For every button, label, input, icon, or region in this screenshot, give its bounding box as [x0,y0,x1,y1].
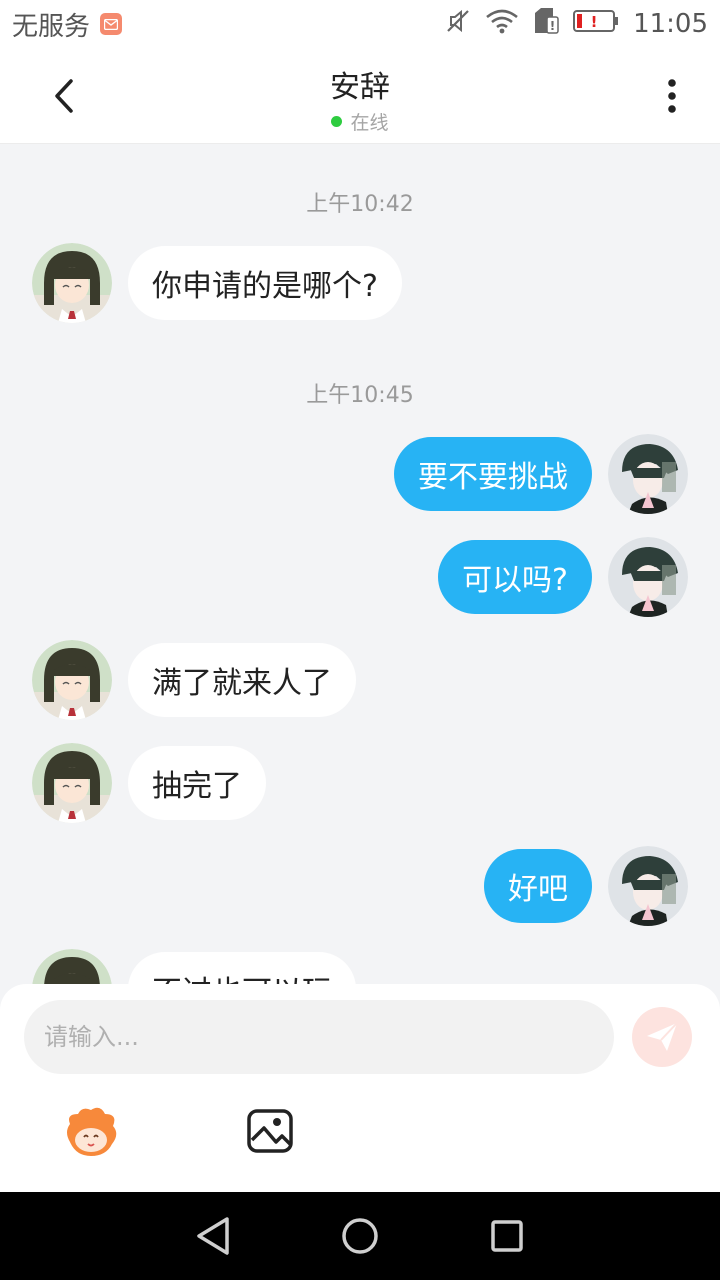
contact-avatar[interactable] [32,640,112,720]
time-divider: 上午10:45 [306,383,414,408]
message-bubble[interactable]: 抽完了 [128,746,266,820]
contact-name: 安辞 [330,70,390,105]
contact-avatar[interactable] [32,743,112,823]
user-avatar[interactable] [608,537,688,617]
contact-avatar[interactable] [32,243,112,323]
nav-recents-button[interactable] [482,1211,532,1261]
recents-square-icon [490,1220,523,1252]
wifi-icon [485,8,519,41]
sim-alert-icon: ! [533,7,559,42]
contact-avatar[interactable] [32,949,112,984]
system-nav-bar [0,1192,720,1280]
message-row-received: 满了就来人了 [0,640,720,720]
time-divider: 上午10:42 [306,192,414,217]
nav-back-button[interactable] [188,1211,238,1261]
user-avatar[interactable] [608,846,688,926]
message-list[interactable]: 上午10:42 你申请的是哪个? 上午10:45 要不要挑战 可以吗? 满了就来… [0,144,720,984]
input-panel [0,984,720,1192]
image-icon [247,1109,293,1153]
svg-text:!: ! [550,19,555,33]
status-time: 11:05 [633,9,708,39]
user-avatar[interactable] [608,434,688,514]
more-options-button[interactable] [648,70,696,122]
message-input[interactable] [24,1000,614,1074]
message-bubble[interactable]: 不过也可以玩 [128,952,356,984]
online-status-dot [331,116,343,127]
message-row-received: 抽完了 [0,743,720,823]
battery-low-icon: ! [573,9,619,40]
message-row-received: 不过也可以玩 [0,949,720,984]
message-bubble[interactable]: 要不要挑战 [394,437,592,511]
mascot-emoji-icon [67,1107,117,1156]
message-bubble[interactable]: 满了就来人了 [128,643,356,717]
message-bubble[interactable]: 你申请的是哪个? [128,246,402,320]
message-row-sent: 好吧 [0,846,720,926]
message-bubble[interactable]: 好吧 [484,849,592,923]
online-status-text: 在线 [350,112,389,134]
message-bubble[interactable]: 可以吗? [438,540,592,614]
send-button[interactable] [632,1007,692,1067]
mail-notification-icon [100,13,123,35]
nav-home-button[interactable] [335,1211,385,1261]
mute-icon [445,8,471,41]
home-circle-icon [342,1218,378,1254]
image-picker-button[interactable] [246,1108,294,1154]
send-icon [647,1022,678,1051]
carrier-text: 无服务 [12,11,91,42]
more-vertical-icon [668,79,676,113]
message-row-sent: 要不要挑战 [0,434,720,514]
message-row-sent: 可以吗? [0,537,720,617]
back-triangle-icon [197,1217,230,1255]
status-bar: 无服务 ! ! 11:05 [0,0,720,48]
emoji-button[interactable] [60,1102,122,1158]
svg-text:!: ! [591,13,598,31]
message-row-received: 你申请的是哪个? [0,243,720,323]
chat-header: 安辞 在线 [0,48,720,144]
